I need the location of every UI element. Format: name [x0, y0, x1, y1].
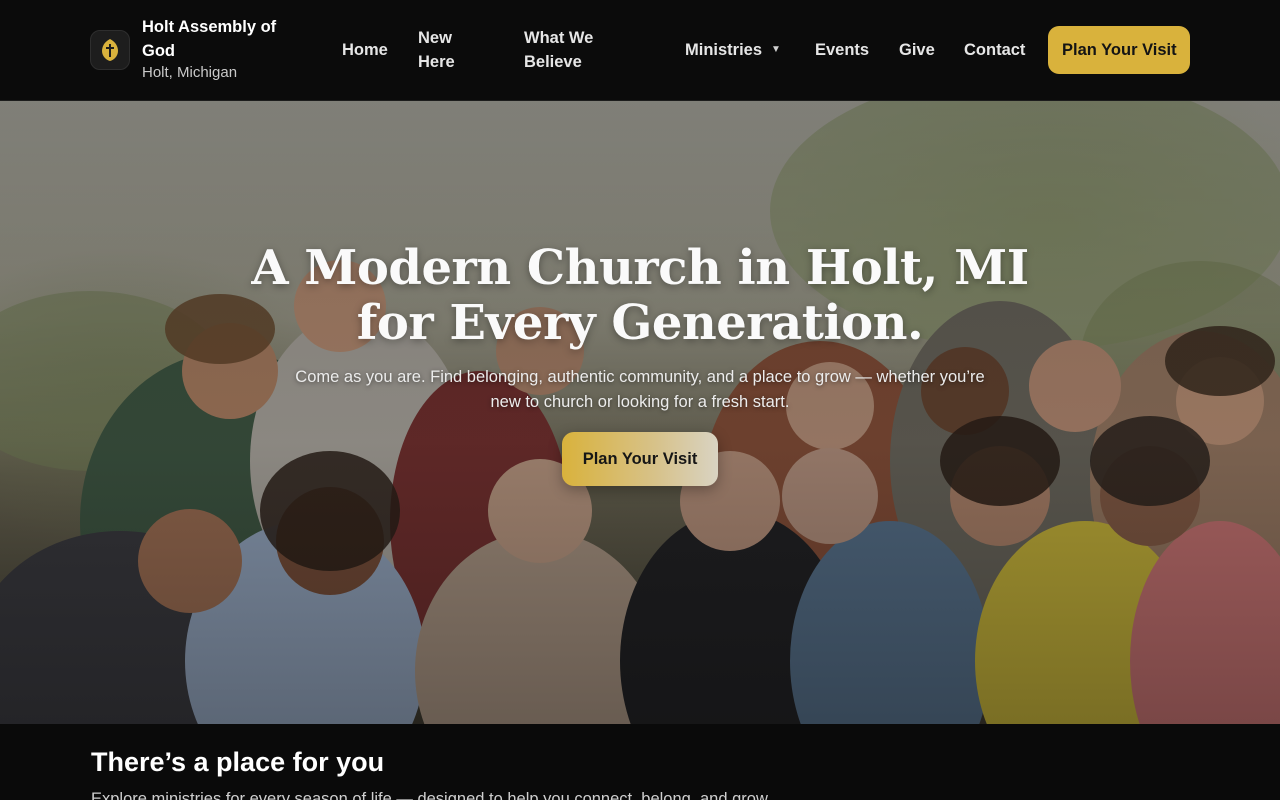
plan-visit-hero-button[interactable]: Plan Your Visit	[562, 432, 718, 486]
caret-down-icon: ▼	[771, 44, 781, 55]
hero-title: A Modern Church in Holt, MI for Every Ge…	[251, 240, 1029, 351]
section-subtitle: Explore ministries for every season of l…	[91, 790, 772, 800]
cross-icon	[90, 30, 130, 70]
nav-new-here[interactable]: New Here	[418, 26, 478, 74]
nav-contact[interactable]: Contact	[964, 38, 1025, 62]
nav-give[interactable]: Give	[899, 38, 935, 62]
nav-ministries[interactable]: Ministries ▼	[685, 38, 781, 62]
hero: A Modern Church in Holt, MI for Every Ge…	[0, 101, 1280, 724]
nav-events[interactable]: Events	[815, 38, 869, 62]
ministries-intro: There’s a place for you Explore ministri…	[0, 724, 1280, 800]
plan-visit-header-button[interactable]: Plan Your Visit	[1048, 26, 1190, 74]
hero-subtitle: Come as you are. Find belonging, authent…	[295, 368, 985, 411]
site-header: Holt Assembly of God Holt, Michigan Home…	[0, 0, 1280, 101]
nav-ministries-label: Ministries	[685, 41, 763, 59]
brand[interactable]: Holt Assembly of God Holt, Michigan	[90, 15, 292, 83]
section-title: There’s a place for you	[91, 747, 385, 777]
brand-name: Holt Assembly of God	[142, 18, 277, 60]
nav-home[interactable]: Home	[342, 38, 388, 62]
nav-what-we-believe[interactable]: What We Believe	[524, 26, 634, 74]
brand-location: Holt, Michigan	[142, 64, 238, 81]
